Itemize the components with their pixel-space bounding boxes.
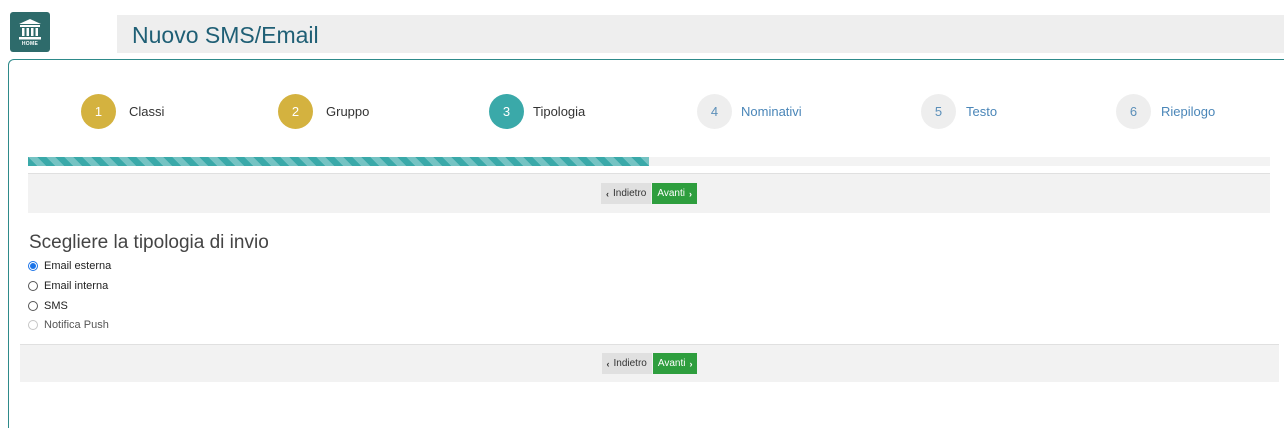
step-number: 3 <box>489 93 524 129</box>
step-label: Riepilogo <box>1161 103 1216 119</box>
step-label: Testo <box>966 103 998 119</box>
chevron-left-icon: ‹ <box>606 188 609 199</box>
title-bar: Nuovo SMS/Email <box>117 15 1284 53</box>
step-label: Tipologia <box>533 103 586 119</box>
step-label: Classi <box>129 103 165 119</box>
step-label: Nominativi <box>741 103 802 119</box>
wizard-step-classi[interactable]: 1 Classi <box>81 93 164 129</box>
wizard-step-tipologia[interactable]: 3 Tipologia <box>489 93 585 129</box>
back-label: Indietro <box>613 188 647 199</box>
chevron-left-icon: ‹ <box>606 358 610 369</box>
logo-text: HOME <box>21 40 39 47</box>
wizard-step-nominativi[interactable]: 4 Nominativi <box>697 93 802 129</box>
home-logo-button[interactable]: HOME <box>10 12 50 52</box>
option-label: Notifica Push <box>44 319 109 331</box>
progress-fill <box>28 157 649 166</box>
next-label: Avanti <box>657 188 685 199</box>
back-button[interactable]: ‹ Indietro <box>601 353 652 374</box>
radio-button <box>28 320 38 330</box>
option-notifica-push: Notifica Push <box>28 317 109 333</box>
option-email-interna[interactable]: Email interna <box>28 278 108 294</box>
back-label: Indietro <box>613 358 647 369</box>
step-number: 6 <box>1116 93 1151 129</box>
page-title: Nuovo SMS/Email <box>132 22 319 48</box>
option-label: Email interna <box>44 280 109 292</box>
option-label: SMS <box>44 300 68 312</box>
option-email-esterna[interactable]: Email esterna <box>28 258 111 274</box>
option-sms[interactable]: SMS <box>28 298 68 314</box>
nav-bar-top: ‹ Indietro Avanti › <box>28 173 1270 213</box>
next-label: Avanti <box>657 358 686 369</box>
radio-button[interactable] <box>28 261 38 271</box>
step-number: 1 <box>81 93 116 129</box>
chevron-right-icon: › <box>689 358 693 369</box>
option-label: Email esterna <box>44 260 112 272</box>
step-number: 4 <box>697 93 732 129</box>
wizard-step-gruppo[interactable]: 2 Gruppo <box>278 93 369 129</box>
step-label: Gruppo <box>326 103 370 119</box>
radio-button[interactable] <box>28 301 38 311</box>
next-button[interactable]: Avanti › <box>652 353 698 374</box>
building-icon <box>19 18 41 39</box>
next-button[interactable]: Avanti › <box>652 183 697 204</box>
chevron-right-icon: › <box>688 188 692 199</box>
section-title: Scegliere la tipologia di invio <box>29 232 269 253</box>
wizard-step-testo[interactable]: 5 Testo <box>921 93 997 129</box>
wizard-progress-bar <box>28 157 1270 166</box>
step-number: 2 <box>278 93 313 129</box>
nav-bar-bottom: ‹ Indietro Avanti › <box>20 344 1279 382</box>
radio-button[interactable] <box>28 281 38 291</box>
step-number: 5 <box>921 93 956 129</box>
wizard-step-riepilogo[interactable]: 6 Riepilogo <box>1116 93 1215 129</box>
page: HOME Nuovo SMS/Email 1 Classi 2 Gruppo 3… <box>0 0 1284 428</box>
back-button[interactable]: ‹ Indietro <box>601 183 652 204</box>
